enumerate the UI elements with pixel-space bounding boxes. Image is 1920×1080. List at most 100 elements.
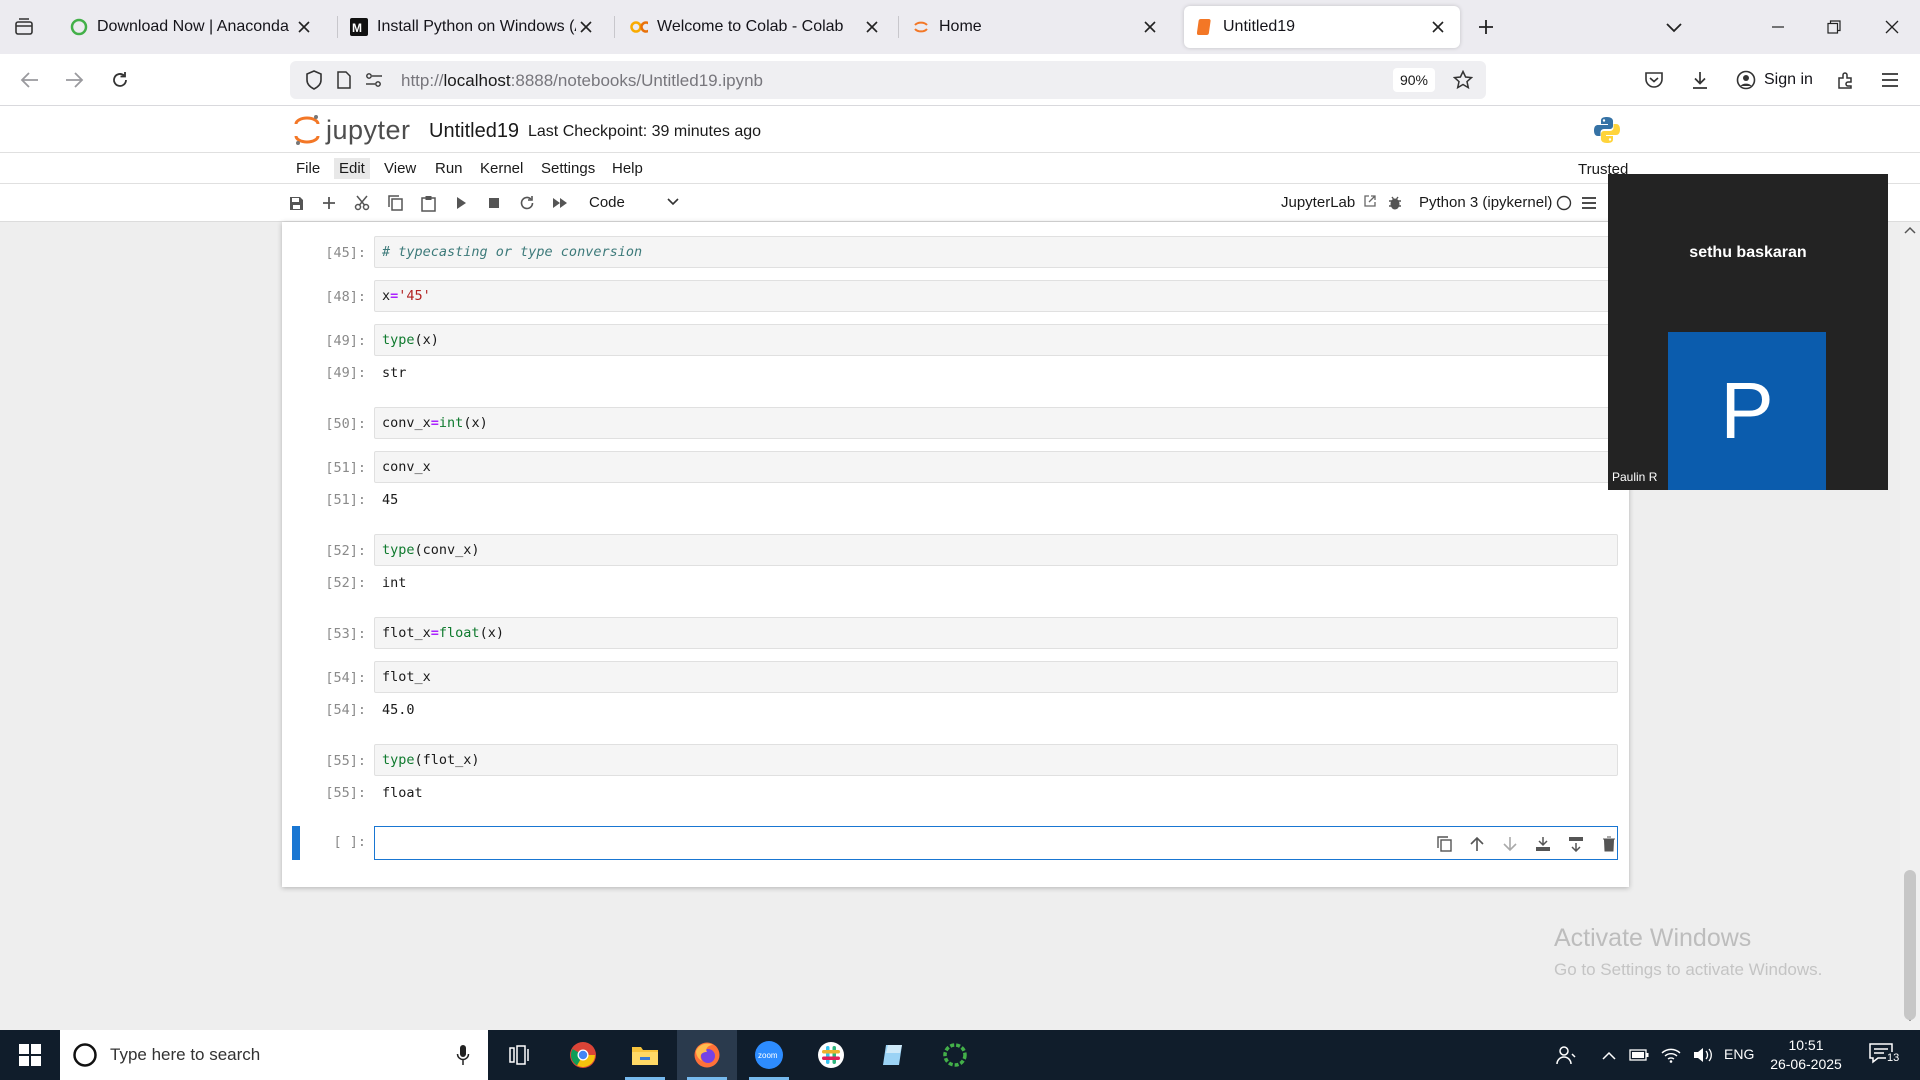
url-text[interactable]: http://localhost:8888/notebooks/Untitled… xyxy=(401,71,763,91)
tray-expand-chevron-icon[interactable] xyxy=(1596,1030,1622,1080)
code-cell-input[interactable]: type(conv_x) xyxy=(374,534,1618,566)
debugger-bug-icon[interactable] xyxy=(1386,194,1404,212)
wifi-icon[interactable] xyxy=(1656,1030,1686,1080)
menu-help[interactable]: Help xyxy=(612,160,643,177)
tab-list-icon[interactable] xyxy=(8,11,40,43)
code-token: (flot_x) xyxy=(414,752,480,768)
kernel-name[interactable]: Python 3 (ipykernel) xyxy=(1419,194,1552,211)
run-icon[interactable] xyxy=(452,194,470,212)
permissions-icon[interactable] xyxy=(358,64,390,96)
insert-below-icon[interactable] xyxy=(1567,835,1585,853)
paste-icon[interactable] xyxy=(419,194,437,212)
forward-arrow-icon[interactable] xyxy=(58,64,90,96)
restart-icon[interactable] xyxy=(518,194,536,212)
window-close-icon[interactable] xyxy=(1876,11,1908,43)
people-icon[interactable] xyxy=(1538,1030,1594,1080)
back-arrow-icon[interactable] xyxy=(14,64,46,96)
move-down-icon[interactable] xyxy=(1501,835,1519,853)
taskbar-search-box[interactable]: Type here to search xyxy=(60,1030,488,1080)
menu-file[interactable]: File xyxy=(296,160,320,177)
system-clock[interactable]: 10:51 26-06-2025 xyxy=(1766,1036,1846,1074)
tab-anaconda[interactable]: Download Now | Anaconda xyxy=(58,6,326,48)
tab-colab[interactable]: Welcome to Colab - Colab xyxy=(618,6,894,48)
delete-cell-icon[interactable] xyxy=(1600,835,1618,853)
reload-icon[interactable] xyxy=(104,64,136,96)
stop-icon[interactable] xyxy=(485,194,503,212)
menu-run[interactable]: Run xyxy=(435,160,463,177)
anaconda-ring-icon[interactable] xyxy=(925,1030,985,1080)
notebook-title[interactable]: Untitled19 xyxy=(429,120,519,143)
code-token: (x) xyxy=(463,415,488,431)
fast-forward-icon[interactable] xyxy=(551,194,569,212)
windows-start-icon[interactable] xyxy=(0,1030,60,1080)
language-indicator[interactable]: ENG xyxy=(1724,1046,1754,1062)
scroll-up-icon[interactable] xyxy=(1904,226,1916,234)
tab-home[interactable]: Home xyxy=(900,6,1172,48)
zoom-badge[interactable]: 90% xyxy=(1393,68,1435,92)
scrollbar-thumb[interactable] xyxy=(1904,870,1916,1020)
url-bar[interactable]: http://localhost:8888/notebooks/Untitled… xyxy=(290,61,1486,99)
tab-install-python[interactable]: M Install Python on Windows (Ana xyxy=(338,6,608,48)
copy-icon[interactable] xyxy=(386,194,404,212)
code-cell-input[interactable]: flot_x xyxy=(374,661,1618,693)
cell-input-prompt: [51]: xyxy=(325,460,366,476)
activate-windows-subtitle: Go to Settings to activate Windows. xyxy=(1554,960,1823,979)
hamburger-menu-icon[interactable] xyxy=(1580,194,1598,212)
battery-icon[interactable] xyxy=(1624,1030,1654,1080)
task-view-icon[interactable] xyxy=(490,1030,550,1080)
menu-edit[interactable]: Edit xyxy=(334,158,370,179)
cell-type-select[interactable]: Code xyxy=(589,194,679,211)
sign-in-button[interactable]: Sign in xyxy=(1736,64,1813,96)
move-up-icon[interactable] xyxy=(1468,835,1486,853)
close-icon[interactable] xyxy=(576,17,596,37)
tab-title: Welcome to Colab - Colab xyxy=(657,18,844,35)
duplicate-cell-icon[interactable] xyxy=(1435,835,1453,853)
new-tab-icon[interactable] xyxy=(1470,11,1502,43)
code-cell-input[interactable]: type(flot_x) xyxy=(374,744,1618,776)
add-cell-icon[interactable] xyxy=(320,194,338,212)
menu-view[interactable]: View xyxy=(384,160,416,177)
chevron-down-icon[interactable] xyxy=(1658,11,1690,43)
page-info-icon[interactable] xyxy=(328,64,360,96)
hamburger-menu-icon[interactable] xyxy=(1874,64,1906,96)
minimize-icon[interactable] xyxy=(1762,11,1794,43)
menu-settings[interactable]: Settings xyxy=(541,160,595,177)
code-cell-input[interactable]: flot_x=float(x) xyxy=(374,617,1618,649)
tab-untitled19[interactable]: Untitled19 xyxy=(1184,6,1460,48)
download-icon[interactable] xyxy=(1684,64,1716,96)
microphone-icon[interactable] xyxy=(456,1044,470,1066)
cut-icon[interactable] xyxy=(353,194,371,212)
menu-kernel[interactable]: Kernel xyxy=(480,160,523,177)
code-cell-input[interactable]: x='45' xyxy=(374,280,1618,312)
cortana-circle-icon xyxy=(72,1042,98,1068)
participant-label: Paulin R xyxy=(1612,470,1658,484)
restore-icon[interactable] xyxy=(1818,11,1850,43)
bookmark-star-icon[interactable] xyxy=(1447,64,1479,96)
code-cell-input[interactable]: conv_x=int(x) xyxy=(374,407,1618,439)
close-icon[interactable] xyxy=(294,17,314,37)
shield-icon[interactable] xyxy=(298,64,330,96)
firefox-icon[interactable] xyxy=(677,1030,737,1080)
tab-title: Untitled19 xyxy=(1223,18,1296,35)
url-scheme: http:// xyxy=(401,71,444,90)
jupyter-logo[interactable]: jupyter xyxy=(294,114,411,146)
notepad-icon[interactable] xyxy=(863,1030,923,1080)
close-icon[interactable] xyxy=(862,17,882,37)
volume-icon[interactable] xyxy=(1688,1030,1718,1080)
zoom-icon[interactable]: zoom xyxy=(739,1030,799,1080)
close-icon[interactable] xyxy=(1140,17,1160,37)
insert-above-icon[interactable] xyxy=(1534,835,1552,853)
video-call-tile[interactable]: sethu baskaran P Paulin R xyxy=(1608,174,1888,490)
jupyterlab-link[interactable]: JupyterLab xyxy=(1281,194,1376,211)
slack-icon[interactable] xyxy=(801,1030,861,1080)
file-explorer-icon[interactable] xyxy=(615,1030,675,1080)
save-icon[interactable] xyxy=(287,194,305,212)
code-cell-input[interactable]: conv_x xyxy=(374,451,1618,483)
extensions-icon[interactable] xyxy=(1830,64,1862,96)
close-icon[interactable] xyxy=(1428,17,1448,37)
chrome-icon[interactable] xyxy=(553,1030,613,1080)
code-cell-input[interactable]: type(x) xyxy=(374,324,1618,356)
active-code-cell[interactable] xyxy=(374,826,1618,860)
pocket-icon[interactable] xyxy=(1638,64,1670,96)
code-cell-input[interactable]: # typecasting or type conversion xyxy=(374,236,1618,268)
